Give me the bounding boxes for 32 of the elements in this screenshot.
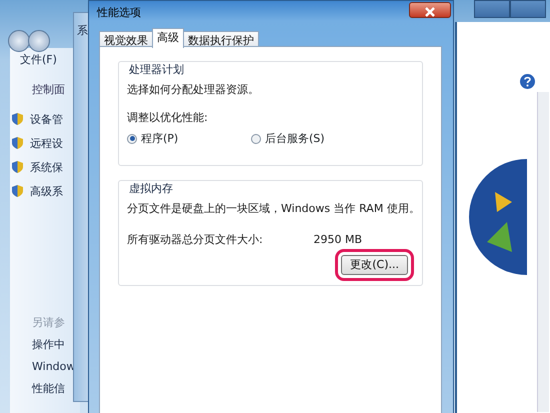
task-link[interactable]: 系统保: [30, 160, 63, 176]
task-link[interactable]: 设备管: [30, 112, 63, 128]
task-link[interactable]: 远程设: [30, 136, 63, 152]
close-button[interactable]: [409, 2, 451, 18]
see-also-link[interactable]: 性能信: [32, 381, 65, 398]
prompt-text: 调整以优化性能:: [127, 110, 209, 126]
radio-option[interactable]: 后台服务(S): [251, 130, 325, 147]
nav-button[interactable]: [28, 30, 50, 52]
close-icon: [424, 6, 436, 17]
description-text: 分页文件是硬盘上的一块区域，Windows 当作 RAM 使用。: [127, 200, 414, 216]
see-also-link[interactable]: 操作中: [32, 337, 65, 354]
menu-item[interactable]: 文件(F): [20, 52, 57, 68]
section-heading: 另请参: [32, 315, 65, 331]
maximize-button[interactable]: [474, 0, 510, 18]
window-title: 系: [77, 23, 88, 39]
nav-link[interactable]: 控制面: [32, 82, 65, 98]
radio-option[interactable]: 程序(P): [127, 130, 251, 147]
shield-icon: [12, 161, 23, 173]
help-icon[interactable]: [520, 74, 535, 89]
task-link[interactable]: 高级系: [30, 184, 63, 200]
radio-button[interactable]: [127, 134, 137, 144]
window-title: 性能选项: [97, 5, 141, 21]
tab[interactable]: 高级: [152, 28, 184, 48]
shield-icon: [12, 185, 23, 197]
radio-button[interactable]: [251, 134, 261, 144]
see-also-link[interactable]: Window: [32, 359, 76, 376]
shield-icon: [12, 113, 23, 125]
description-text: 选择如何分配处理器资源。: [127, 82, 260, 98]
shield-icon: [12, 137, 23, 149]
size-label: 所有驱动器总分页文件大小:: [127, 232, 263, 248]
nav-button[interactable]: [8, 30, 30, 52]
size-value: 2950 MB: [313, 232, 362, 248]
